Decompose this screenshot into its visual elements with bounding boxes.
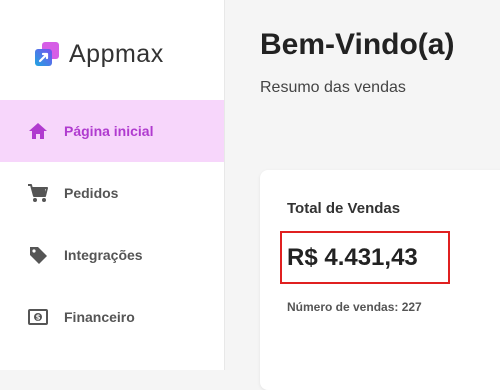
brand-name: Appmax bbox=[69, 39, 164, 68]
page-title: Bem-Vindo(a) bbox=[260, 28, 455, 61]
card-title: Total de Vendas bbox=[287, 200, 401, 217]
sidebar-item-label: Integrações bbox=[64, 247, 143, 263]
home-icon bbox=[26, 119, 50, 143]
page-subtitle: Resumo das vendas bbox=[260, 79, 406, 96]
sidebar-item-label: Pedidos bbox=[64, 185, 119, 201]
sales-summary-card: Total de Vendas R$ 4.431,43 Número de ve… bbox=[260, 170, 500, 390]
sidebar-item-pagina-inicial[interactable]: Página inicial bbox=[0, 100, 224, 162]
sidebar-item-financeiro[interactable]: $ Financeiro bbox=[0, 286, 224, 348]
sidebar-item-label: Financeiro bbox=[64, 309, 135, 325]
svg-text:$: $ bbox=[36, 314, 41, 322]
tag-icon bbox=[26, 243, 50, 267]
cart-icon bbox=[26, 181, 50, 205]
total-sales-value: R$ 4.431,43 bbox=[287, 244, 418, 271]
sidebar-item-pedidos[interactable]: Pedidos bbox=[0, 162, 224, 224]
sidebar-item-label: Página inicial bbox=[64, 123, 154, 139]
sidebar: Appmax Página inicial Pedidos Integraçõe… bbox=[0, 0, 225, 370]
main-content: Bem-Vindo(a) Resumo das vendas Total de … bbox=[225, 0, 500, 390]
money-icon: $ bbox=[26, 305, 50, 329]
sales-count: Número de vendas: 227 bbox=[287, 300, 422, 314]
sidebar-item-integracoes[interactable]: Integrações bbox=[0, 224, 224, 286]
sidebar-nav: Página inicial Pedidos Integrações $ Fin… bbox=[0, 100, 224, 348]
appmax-logo-icon bbox=[33, 40, 61, 68]
brand-logo[interactable]: Appmax bbox=[33, 40, 164, 68]
